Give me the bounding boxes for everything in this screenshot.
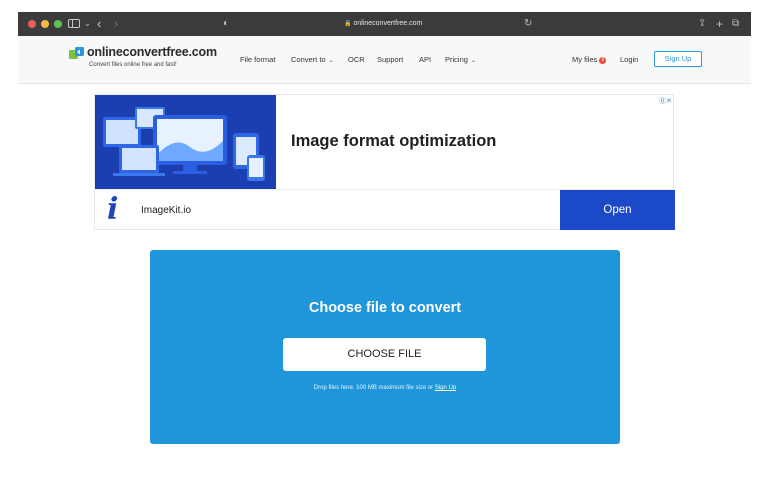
nav-pricing-label: Pricing xyxy=(445,55,468,64)
nav-file-format-label: File format xyxy=(240,55,276,64)
back-icon[interactable]: ‹ xyxy=(97,16,101,32)
my-files-link[interactable]: My files 6 xyxy=(572,55,607,64)
ad-brand[interactable]: ImageKit.io xyxy=(141,205,191,216)
new-tab-icon[interactable]: + xyxy=(716,16,723,32)
ad-open-button[interactable]: Open xyxy=(560,190,675,230)
advertisement[interactable]: Image format optimization ⓪✕ i ImageKit.… xyxy=(94,94,675,230)
sign-up-link[interactable]: Sign Up xyxy=(435,385,456,391)
chevron-down-icon: ⌄ xyxy=(328,58,334,64)
drop-note-text: Drop files here. 100 MB maximum file siz… xyxy=(313,385,434,391)
tagline: Convert files online free and fast! xyxy=(89,62,177,68)
maximize-window-button[interactable] xyxy=(54,20,62,28)
nav-pricing[interactable]: Pricing ⌄ xyxy=(445,55,476,64)
reload-icon[interactable]: ↻ xyxy=(524,16,532,32)
chevron-down-icon[interactable]: ⌄ xyxy=(84,16,91,32)
minimize-window-button[interactable] xyxy=(41,20,49,28)
nav-file-format[interactable]: File format xyxy=(240,55,275,64)
my-files-count-badge: 6 xyxy=(599,57,607,64)
shield-icon[interactable]: ◐ xyxy=(223,16,229,32)
forward-icon[interactable]: › xyxy=(114,16,118,32)
drop-note: Drop files here. 100 MB maximum file siz… xyxy=(150,385,620,391)
nav-support-label: Support xyxy=(377,55,404,64)
address-bar[interactable]: 🔒 onlineconvertfree.com xyxy=(344,17,422,31)
choose-file-button[interactable]: CHOOSE FILE xyxy=(283,338,486,371)
nav-api-label: API xyxy=(419,55,432,64)
ad-headline[interactable]: Image format optimization xyxy=(291,132,496,151)
my-files-label: My files xyxy=(572,55,598,64)
site-header: onlineconvertfree.com Convert files onli… xyxy=(18,36,751,84)
devices-illustration-icon xyxy=(95,95,276,189)
ad-illustration[interactable] xyxy=(95,95,276,189)
nav-convert-to-label: Convert to xyxy=(291,55,326,64)
nav-convert-to[interactable]: Convert to ⌄ xyxy=(291,55,334,64)
chevron-down-icon: ⌄ xyxy=(470,58,476,64)
nav-ocr-label: OCR xyxy=(348,55,365,64)
nav-support[interactable]: Support xyxy=(377,55,403,64)
address-text: onlineconvertfree.com xyxy=(353,20,423,27)
info-icon: i xyxy=(107,192,119,227)
ad-footer: i ImageKit.io Open xyxy=(95,189,675,230)
converter-title: Choose file to convert xyxy=(308,300,462,316)
share-icon[interactable]: ⇪ xyxy=(698,16,706,32)
nav-api[interactable]: API xyxy=(419,55,431,64)
logo-text[interactable]: onlineconvertfree.com xyxy=(87,45,217,59)
sidebar-icon[interactable] xyxy=(68,19,80,28)
tabs-overview-icon[interactable]: ⧉ xyxy=(732,16,739,32)
sign-up-button[interactable]: Sign Up xyxy=(654,51,702,67)
file-converter-panel[interactable]: Choose file to convert CHOOSE FILE Drop … xyxy=(150,250,620,444)
close-window-button[interactable] xyxy=(28,20,36,28)
browser-titlebar: ⌄ ‹ › ◐ 🔒 onlineconvertfree.com ↻ ⇪ + ⧉ xyxy=(18,12,751,36)
browser-window: ⌄ ‹ › ◐ 🔒 onlineconvertfree.com ↻ ⇪ + ⧉ o… xyxy=(18,12,751,480)
ad-choices-icon[interactable]: ⓪✕ xyxy=(659,96,672,106)
lock-icon: 🔒 xyxy=(344,21,352,27)
nav-ocr[interactable]: OCR xyxy=(348,55,365,64)
logo-icon[interactable] xyxy=(69,47,84,60)
login-link[interactable]: Login xyxy=(620,55,638,64)
